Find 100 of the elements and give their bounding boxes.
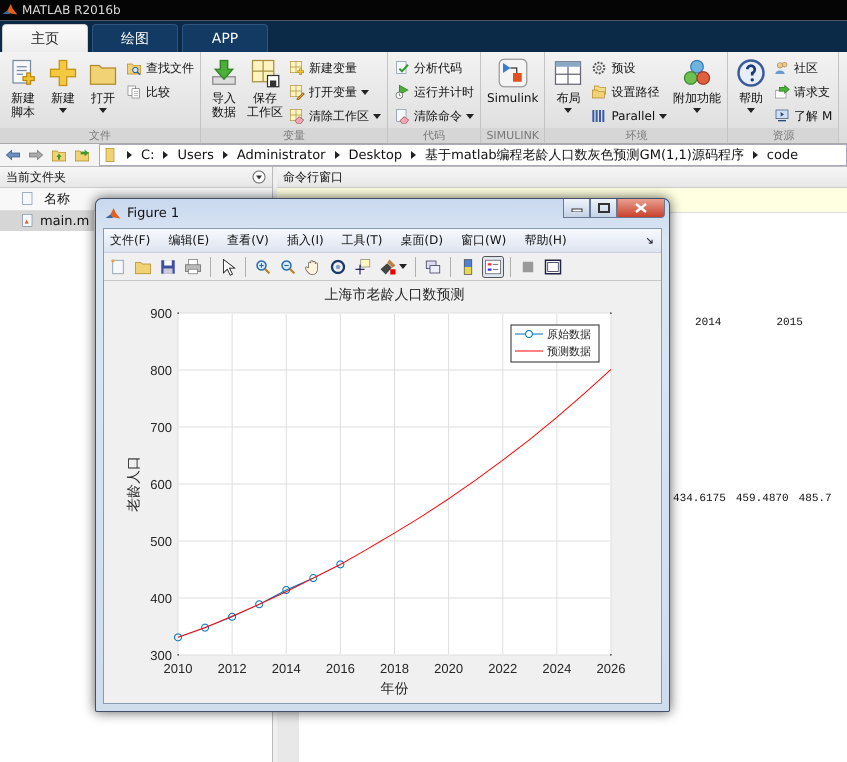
chevron-icon <box>334 151 340 159</box>
menu-item[interactable]: 帮助(H) <box>524 232 567 249</box>
new-variable-icon <box>289 60 305 76</box>
rotate-icon <box>329 258 347 276</box>
caret-icon <box>361 90 369 94</box>
axis-tick-label: 400 <box>150 591 172 606</box>
path-segment[interactable]: 基于matlab编程老龄人口数灰色预测GM(1,1)源码程序 <box>425 146 744 164</box>
toolstrip-button[interactable]: 帮助 <box>734 56 768 113</box>
close-button[interactable] <box>617 199 665 218</box>
maximize-button[interactable] <box>590 199 617 218</box>
toolstrip-button[interactable]: 导入 数据 <box>207 56 241 119</box>
file-row[interactable]: main.m <box>0 211 94 231</box>
plus-icon <box>48 58 78 88</box>
output-value: 459.4870 <box>736 493 789 505</box>
data-point <box>201 624 210 632</box>
group-label: 文件 <box>0 128 200 143</box>
layout-icon <box>553 58 584 88</box>
toolstrip-button[interactable]: 设置路径 <box>591 82 668 102</box>
axis-tick-label: 500 <box>150 534 172 549</box>
menu-item[interactable]: 工具(T) <box>342 232 382 249</box>
output-value: 2014 <box>695 317 722 329</box>
forward-arrow-icon <box>28 147 44 163</box>
ribbon-tab[interactable]: APP <box>182 24 268 52</box>
axis-tick-label: 600 <box>150 477 172 492</box>
axis-tick-label: 700 <box>150 420 172 435</box>
toolstrip-button[interactable]: 分析代码 <box>394 58 474 78</box>
menu-item[interactable]: 桌面(D) <box>400 232 444 249</box>
menu-item[interactable]: 查看(V) <box>227 232 269 249</box>
caret-icon <box>564 108 572 113</box>
path-segment[interactable]: Administrator <box>236 148 326 162</box>
caret-icon <box>399 264 407 269</box>
minimize-button[interactable] <box>563 199 590 218</box>
ribbon-tab[interactable]: 主页 <box>2 24 88 52</box>
window-title: MATLAB R2016b <box>22 3 121 17</box>
cubes-icon <box>682 58 712 88</box>
axis-tick-label: 2014 <box>272 661 301 676</box>
output-value: 485.7 <box>798 493 832 505</box>
peak-logo-icon <box>105 206 121 222</box>
menu-item[interactable]: 文件(F) <box>110 232 150 249</box>
printer-icon <box>184 258 202 276</box>
data-cursor-icon <box>354 258 372 276</box>
browse-folder-icon <box>74 147 90 163</box>
toolstrip-button[interactable]: 清除命令 <box>394 106 474 126</box>
toolstrip-button[interactable]: 预设 <box>591 58 668 78</box>
path-segment[interactable]: Desktop <box>348 148 402 162</box>
toolstrip-button[interactable]: 清除工作区 <box>289 106 381 126</box>
people-icon <box>774 60 790 76</box>
group-label: 代码 <box>388 128 480 143</box>
import-icon <box>209 58 239 88</box>
group-label: 资源 <box>728 128 838 143</box>
toolstrip-button[interactable]: 新建 <box>46 56 80 113</box>
axis-title: 年份 <box>380 681 408 697</box>
chevron-icon <box>411 151 416 159</box>
toolstrip-button[interactable]: 了解 M <box>774 106 832 126</box>
menu-item[interactable]: 插入(I) <box>286 232 324 249</box>
menu-item[interactable]: 编辑(E) <box>168 232 210 249</box>
data-point <box>255 600 264 608</box>
clear-workspace-icon <box>289 108 305 124</box>
toolstrip-button[interactable]: 查找文件 <box>126 58 194 78</box>
chevron-icon <box>752 151 758 159</box>
compare-icon <box>126 84 142 100</box>
toolstrip-button[interactable]: Simulink <box>487 56 538 105</box>
toolstrip-button[interactable]: 运行并计时 <box>394 82 474 102</box>
column-header[interactable]: 名称 <box>44 190 70 208</box>
toolstrip-button[interactable]: 打开 <box>86 56 120 113</box>
caret-icon <box>466 114 474 118</box>
axis-tick-label: 2012 <box>218 661 247 676</box>
toolbar-button[interactable] <box>482 256 504 278</box>
toolstrip-button[interactable]: 社区 <box>774 58 832 78</box>
window-title: Figure 1 <box>127 206 180 221</box>
axis-tick-label: 900 <box>150 306 172 321</box>
toolstrip-button[interactable]: 打开变量 <box>289 82 381 102</box>
legend-marker-icon <box>514 330 544 338</box>
address-field[interactable]: C: Users Administrator Desktop 基于matlab编程老龄人口数灰色预测GM(1,1)源码程序 code <box>99 144 847 166</box>
ribbon-tab[interactable]: 绘图 <box>92 24 178 52</box>
caret-icon <box>373 114 381 118</box>
toolstrip-button[interactable]: 新建 脚本 <box>6 56 40 119</box>
toolstrip-button[interactable]: Parallel <box>591 106 668 126</box>
toolstrip-button[interactable]: 新建变量 <box>289 58 381 78</box>
toolstrip-button[interactable]: 比较 <box>126 82 194 102</box>
toolstrip-button[interactable]: 附加功能 <box>673 56 722 113</box>
caret-icon <box>59 108 67 113</box>
monitor-icon <box>774 108 790 124</box>
toolstrip-button[interactable]: 保存 工作区 <box>247 56 283 119</box>
path-segment[interactable]: code <box>766 148 798 162</box>
axis-tick-label: 300 <box>150 648 172 663</box>
toolstrip-button[interactable]: 请求支 <box>774 82 832 102</box>
legend-label: 预测数据 <box>547 345 591 358</box>
folders-icon <box>591 84 608 100</box>
help-icon <box>736 58 766 88</box>
toolstrip-button[interactable]: 布局 <box>551 56 586 113</box>
data-point <box>282 586 290 594</box>
dropdown-icon[interactable] <box>252 170 266 184</box>
output-value: 2015 <box>776 317 803 329</box>
axis-tick-label: 2022 <box>488 661 518 676</box>
path-segment[interactable]: Users <box>177 148 214 162</box>
clear-commands-icon <box>394 108 410 124</box>
data-point <box>228 612 236 621</box>
path-segment[interactable]: C: <box>141 148 154 162</box>
menu-item[interactable]: 窗口(W) <box>461 232 506 249</box>
